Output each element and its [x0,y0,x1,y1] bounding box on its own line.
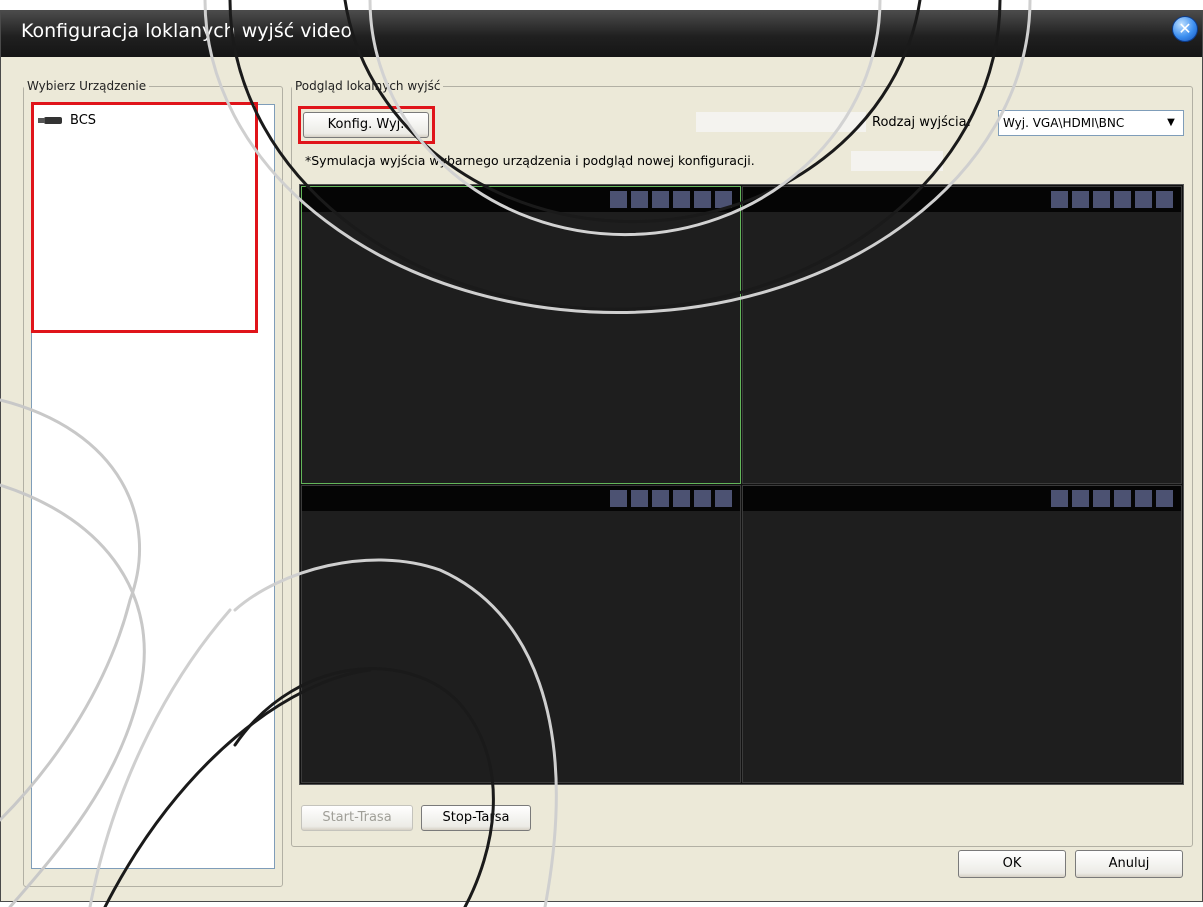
ok-button[interactable]: OK [958,850,1066,878]
pane-bar [743,486,1181,511]
stop-route-label: Stop-Tarsa [442,810,510,825]
preview-pane-3[interactable] [301,485,741,783]
pane-bar [302,486,740,511]
output-preview [299,184,1184,785]
close-icon[interactable]: ✕ [1172,16,1198,42]
status-field [696,112,866,132]
chevron-down-icon[interactable]: ▼ [1162,114,1180,132]
cancel-button[interactable]: Anuluj [1075,850,1183,878]
stop-route-button[interactable]: Stop-Tarsa [421,805,531,831]
pane-squares [610,191,732,208]
output-type-value: Wyj. VGA\HDMI\BNC [1003,116,1125,130]
simulation-note: *Symulacja wyjścia wybarnego urządzenia … [305,153,755,168]
title-bar[interactable]: Konfiguracja loklanych wyjść video ✕ [1,11,1202,57]
start-route-label: Start-Trasa [322,810,392,825]
device-list-highlight [31,102,258,333]
pane-squares [610,490,732,507]
pane-squares [1051,490,1173,507]
pane-bar [302,187,740,212]
preview-pane-1[interactable] [301,186,741,484]
note-field [851,151,943,171]
pane-squares [1051,191,1173,208]
output-type-label: Rodzaj wyjścia: [872,115,972,130]
config-button-highlight [298,106,435,144]
preview-group-legend: Podgląd lokalnych wyjść [295,79,441,93]
output-type-select[interactable]: Wyj. VGA\HDMI\BNC ▼ [998,110,1184,136]
window-title: Konfiguracja loklanych wyjść video [21,20,353,42]
config-dialog: Konfiguracja loklanych wyjść video ✕ Wyb… [0,10,1203,902]
preview-pane-4[interactable] [742,485,1182,783]
cancel-label: Anuluj [1108,856,1150,871]
ok-label: OK [1002,856,1022,871]
start-route-button[interactable]: Start-Trasa [301,805,413,831]
pane-bar [743,187,1181,212]
device-group-legend: Wybierz Urządzenie [27,79,147,93]
preview-pane-2[interactable] [742,186,1182,484]
